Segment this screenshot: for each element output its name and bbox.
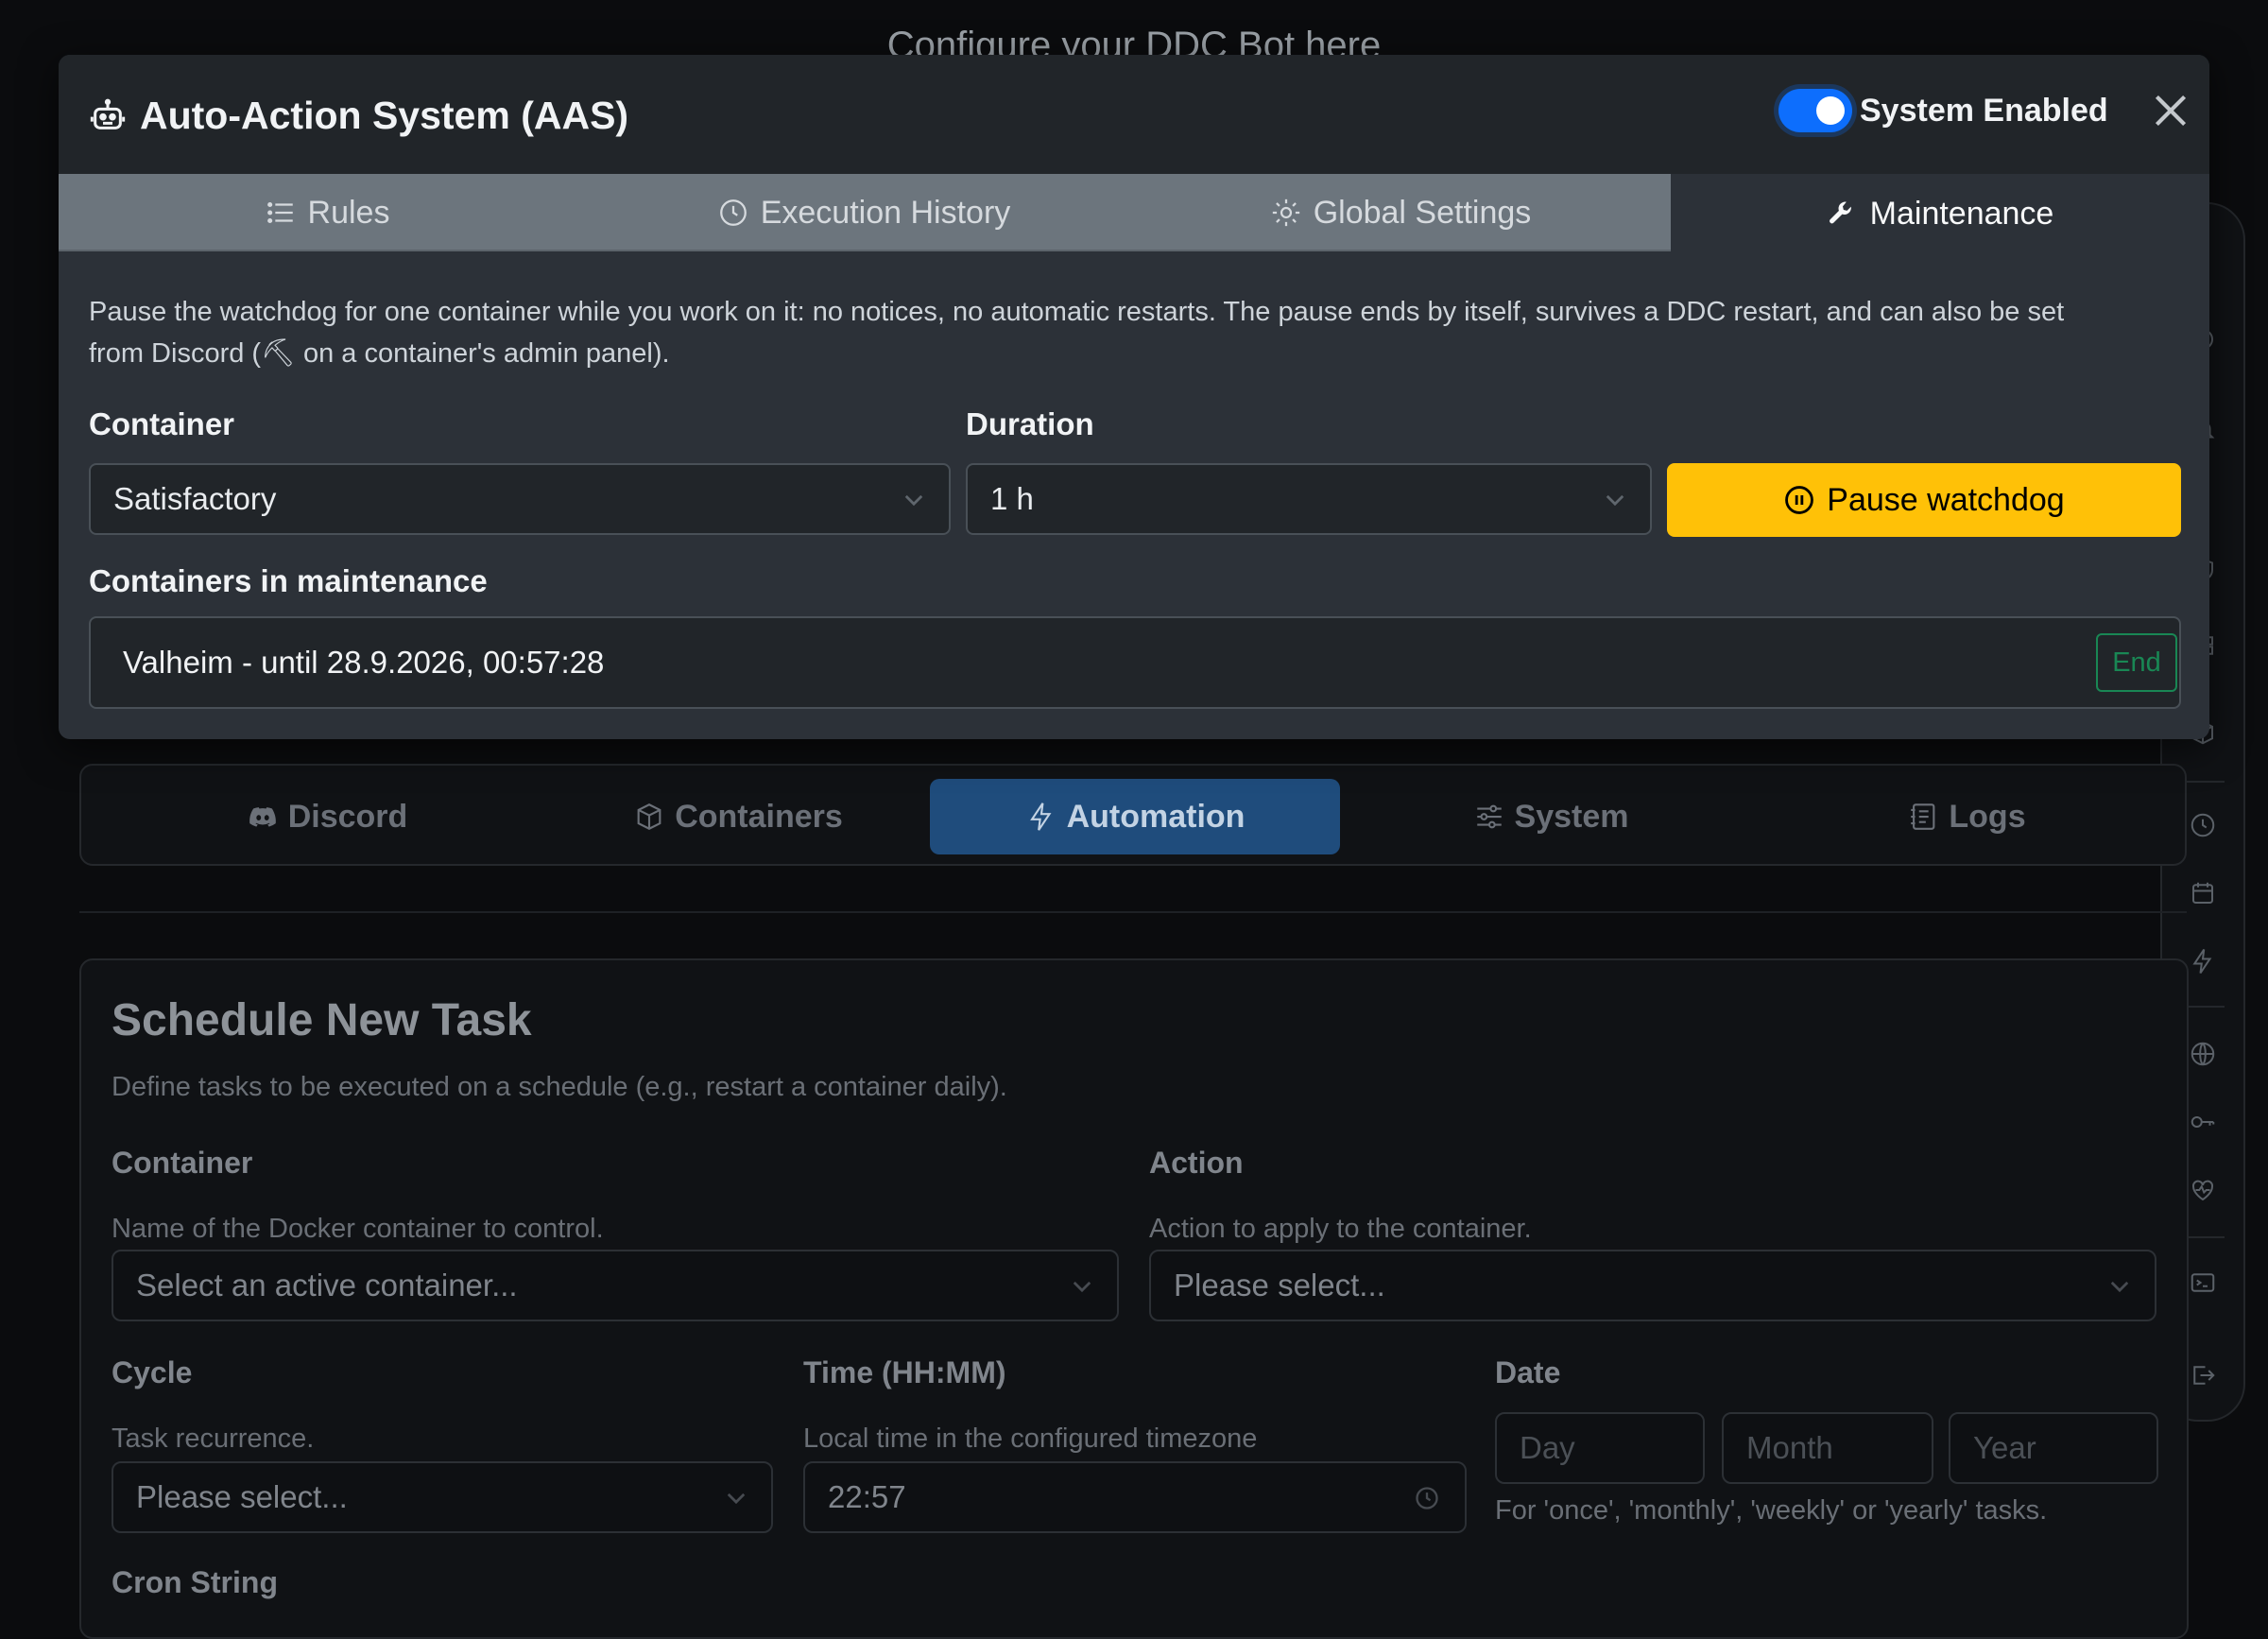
clock-icon[interactable] bbox=[1414, 1485, 1440, 1511]
pause-watchdog-label: Pause watchdog bbox=[1827, 481, 2065, 518]
maintenance-container-label: Container bbox=[89, 406, 235, 441]
heart-pulse-icon[interactable] bbox=[2189, 1176, 2217, 1204]
wrench-icon bbox=[1829, 201, 1851, 224]
task-action-select[interactable]: Please select... bbox=[1149, 1250, 2156, 1321]
robot-icon bbox=[90, 98, 126, 129]
intro-line-1: Pause the watchdog for one container whi… bbox=[89, 297, 2065, 327]
task-cycle-value: Please select... bbox=[136, 1479, 348, 1514]
maintenance-duration-label: Duration bbox=[966, 406, 1094, 441]
task-cycle-label: Cycle bbox=[112, 1355, 193, 1389]
list-icon bbox=[266, 201, 293, 224]
maintenance-list-label: Containers in maintenance bbox=[89, 563, 488, 598]
nav-containers[interactable]: Containers bbox=[535, 779, 941, 854]
nav-containers-label: Containers bbox=[675, 798, 843, 835]
modal-title-text: Auto-Action System (AAS) bbox=[140, 93, 629, 137]
clock-icon[interactable] bbox=[2189, 811, 2217, 839]
tab-execution-history[interactable]: Execution History bbox=[595, 174, 1132, 251]
main-nav: Discord Containers Automation System Log… bbox=[79, 764, 2187, 866]
discord-icon bbox=[249, 807, 276, 827]
task-time-value: 22:57 bbox=[828, 1479, 906, 1514]
tab-maintenance-label: Maintenance bbox=[1869, 195, 2054, 232]
journal-icon bbox=[1911, 803, 1935, 830]
end-maintenance-button[interactable]: End bbox=[2096, 633, 2177, 692]
intro-line-2: from Discord (⛏ on a container's admin p… bbox=[89, 338, 670, 369]
task-date-help: For 'once', 'monthly', 'weekly' or 'year… bbox=[1495, 1495, 2048, 1526]
tab-global-settings[interactable]: Global Settings bbox=[1132, 174, 1669, 251]
nav-logs-label: Logs bbox=[1949, 798, 2026, 835]
task-cycle-help: Task recurrence. bbox=[112, 1423, 315, 1454]
system-enabled-toggle[interactable] bbox=[1778, 89, 1852, 132]
nav-discord[interactable]: Discord bbox=[129, 779, 525, 854]
task-date-day-placeholder: Day bbox=[1520, 1430, 1575, 1465]
tab-rules[interactable]: Rules bbox=[59, 174, 595, 251]
nav-automation[interactable]: Automation bbox=[930, 779, 1340, 854]
tab-rules-label: Rules bbox=[307, 194, 390, 231]
tab-maintenance[interactable]: Maintenance bbox=[1671, 174, 2209, 253]
task-date-year-placeholder: Year bbox=[1973, 1430, 2036, 1465]
toggle-knob bbox=[1816, 96, 1845, 125]
task-action-help: Action to apply to the container. bbox=[1149, 1214, 1532, 1244]
task-date-day[interactable]: Day bbox=[1495, 1412, 1705, 1484]
schedule-description: Define tasks to be executed on a schedul… bbox=[112, 1072, 1007, 1102]
task-container-select[interactable]: Select an active container... bbox=[112, 1250, 1119, 1321]
task-container-label: Container bbox=[112, 1146, 253, 1180]
maintenance-container-select[interactable]: Satisfactory bbox=[89, 463, 951, 535]
chevron-down-icon bbox=[2110, 1281, 2129, 1293]
divider bbox=[79, 911, 2187, 913]
task-container-help: Name of the Docker container to control. bbox=[112, 1214, 604, 1244]
modal-tabs: Rules Execution History Global Settings … bbox=[59, 174, 2209, 253]
chevron-down-icon bbox=[1606, 494, 1624, 507]
task-date-year[interactable]: Year bbox=[1949, 1412, 2158, 1484]
maintenance-entry-text: Valheim - until 28.9.2026, 00:57:28 bbox=[123, 645, 605, 680]
pause-watchdog-button[interactable]: Pause watchdog bbox=[1667, 463, 2181, 537]
nav-discord-label: Discord bbox=[287, 798, 408, 835]
lightning-icon[interactable] bbox=[2189, 947, 2217, 975]
maintenance-duration-select[interactable]: 1 h bbox=[966, 463, 1652, 535]
task-date-label: Date bbox=[1495, 1355, 1561, 1389]
aas-modal: Auto-Action System (AAS) System Enabled … bbox=[59, 55, 2209, 739]
chevron-down-icon bbox=[727, 1492, 746, 1505]
task-cron-label: Cron String bbox=[112, 1565, 278, 1599]
maintenance-duration-value: 1 h bbox=[990, 481, 1034, 516]
chevron-down-icon bbox=[1073, 1281, 1091, 1293]
schedule-task-card: Schedule New Task Define tasks to be exe… bbox=[79, 958, 2189, 1639]
tab-global-settings-label: Global Settings bbox=[1313, 194, 1532, 231]
task-time-label: Time (HH:MM) bbox=[803, 1355, 1006, 1389]
sliders-icon bbox=[1476, 804, 1502, 829]
terminal-icon[interactable] bbox=[2189, 1268, 2217, 1297]
chevron-down-icon bbox=[904, 494, 923, 507]
maintenance-container-value: Satisfactory bbox=[113, 481, 277, 516]
gear-icon bbox=[1272, 198, 1299, 227]
task-cycle-select[interactable]: Please select... bbox=[112, 1461, 773, 1533]
modal-header: Auto-Action System (AAS) System Enabled bbox=[59, 55, 2209, 174]
task-time-help: Local time in the configured timezone bbox=[803, 1423, 1258, 1454]
system-enabled-label: System Enabled bbox=[1860, 92, 2108, 129]
tab-execution-history-label: Execution History bbox=[760, 194, 1011, 231]
close-icon[interactable] bbox=[2147, 87, 2194, 134]
task-container-value: Select an active container... bbox=[136, 1268, 518, 1303]
task-action-label: Action bbox=[1149, 1146, 1244, 1180]
task-action-value: Please select... bbox=[1174, 1268, 1385, 1303]
maintenance-list: Valheim - until 28.9.2026, 00:57:28 End bbox=[89, 616, 2181, 709]
lightning-icon bbox=[1029, 802, 1052, 831]
nav-automation-label: Automation bbox=[1066, 798, 1246, 835]
box-icon bbox=[637, 803, 662, 830]
task-date-month[interactable]: Month bbox=[1722, 1412, 1933, 1484]
modal-title: Auto-Action System (AAS) bbox=[89, 89, 628, 142]
clock-icon bbox=[719, 199, 747, 226]
schedule-title: Schedule New Task bbox=[112, 995, 532, 1045]
nav-system-label: System bbox=[1514, 798, 1629, 835]
nav-logs[interactable]: Logs bbox=[1763, 779, 2170, 854]
task-date-month-placeholder: Month bbox=[1746, 1430, 1833, 1465]
nav-system[interactable]: System bbox=[1348, 779, 1754, 854]
maintenance-intro: Pause the watchdog for one container whi… bbox=[89, 291, 2177, 374]
pause-circle-icon bbox=[1785, 486, 1814, 514]
calendar-icon[interactable] bbox=[2189, 879, 2217, 907]
task-time-input[interactable]: 22:57 bbox=[803, 1461, 1467, 1533]
logout-icon[interactable] bbox=[2189, 1361, 2217, 1389]
globe-icon[interactable] bbox=[2189, 1040, 2217, 1068]
key-icon[interactable] bbox=[2189, 1108, 2217, 1136]
